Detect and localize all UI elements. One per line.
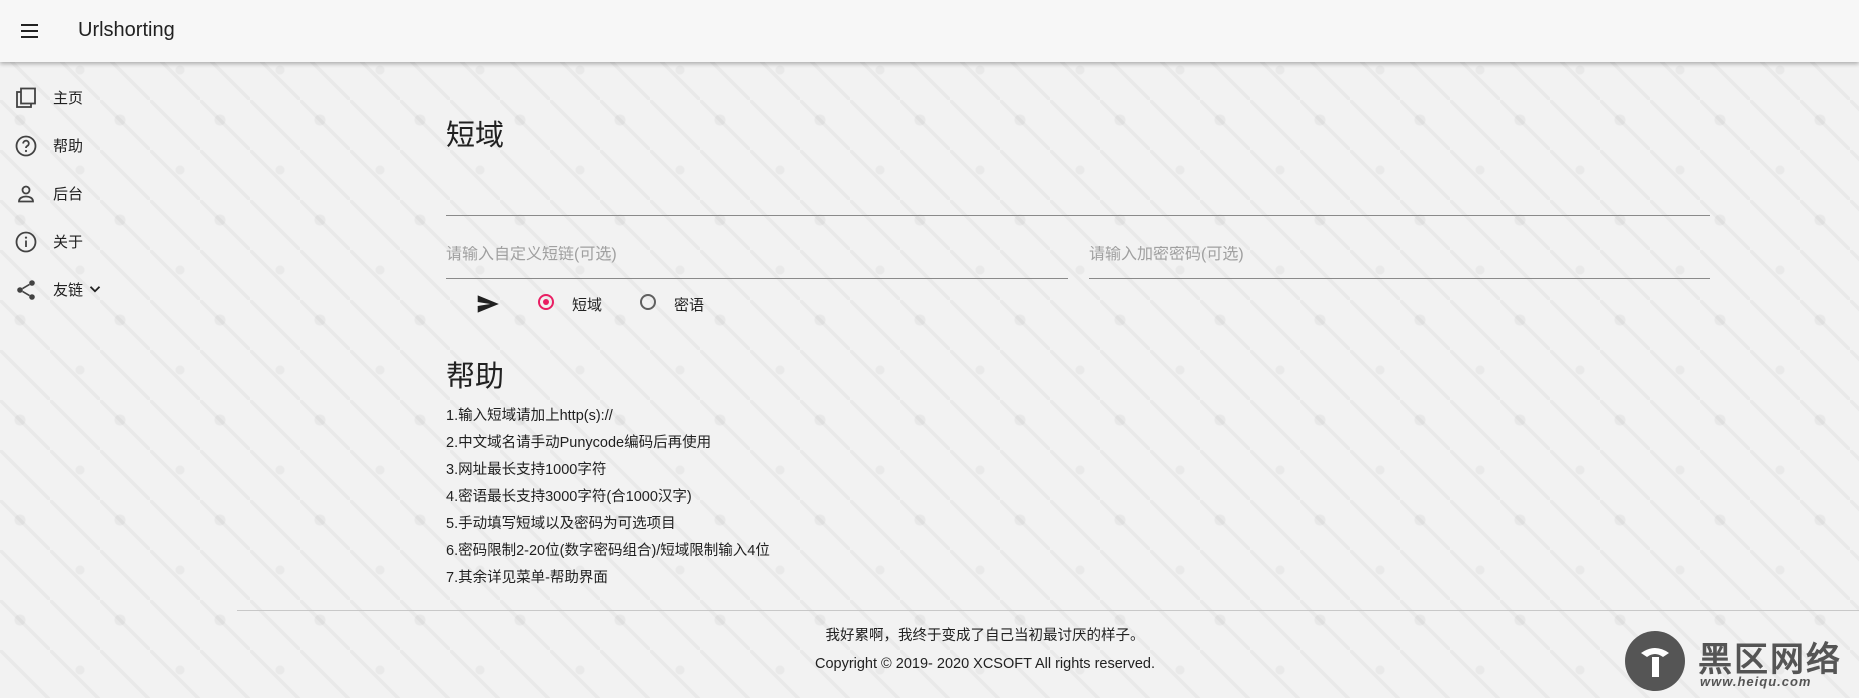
sidebar-nav: 主页 帮助 后台 关于 友链: [0, 74, 200, 314]
footer-copyright: Copyright © 2019- 2020 XCSOFT All rights…: [814, 656, 1156, 672]
sidebar-item-label: 后台: [53, 186, 84, 203]
password-field: [1089, 238, 1710, 279]
list-item: 2.中文域名请手动Punycode编码后再使用: [446, 435, 712, 451]
sidebar-item-admin[interactable]: 后台: [0, 170, 200, 218]
watermark-url: www.heiqu.com: [1700, 674, 1812, 689]
radio-label: 短域: [572, 297, 603, 314]
sidebar-item-home[interactable]: 主页: [0, 74, 200, 122]
list-item: 3.网址最长支持1000字符: [446, 462, 607, 478]
sidebar-item-links[interactable]: 友链: [0, 266, 200, 314]
info-icon: [15, 231, 37, 253]
top-app-bar: Urlshorting: [0, 0, 1859, 62]
radio-label: 密语: [674, 297, 705, 314]
long-url-input[interactable]: [446, 172, 1710, 216]
person-icon: [18, 185, 34, 203]
help-circle-icon: [15, 135, 37, 157]
send-icon[interactable]: [475, 291, 501, 317]
long-url-input-underline: [446, 215, 1710, 216]
pages-icon: [16, 87, 36, 108]
sidebar-item-label: 关于: [53, 234, 84, 251]
list-item: 6.密码限制2-20位(数字密码组合)/短域限制输入4位: [446, 543, 770, 559]
radio-unchecked-icon: [640, 294, 656, 310]
footer-motto: 我好累啊，我终于变成了自己当初最讨厌的样子。: [825, 628, 1145, 644]
app-title: Urlshorting: [78, 19, 175, 41]
sidebar-item-about[interactable]: 关于: [0, 218, 200, 266]
sidebar-item-label: 友链: [53, 282, 84, 299]
menu-icon[interactable]: [14, 16, 44, 46]
shorten-title: 短域: [446, 120, 505, 152]
background-pattern: [0, 0, 1859, 698]
watermark-emblem-icon: [1625, 631, 1685, 691]
footer-divider: [237, 610, 1859, 611]
custom-short-field: [446, 238, 1068, 279]
list-item: 1.输入短域请加上http(s)://: [446, 408, 613, 424]
sidebar-item-help[interactable]: 帮助: [0, 122, 200, 170]
radio-checked-icon: [538, 294, 554, 310]
watermark-logo: 黑区网络 www.heiqu.com: [1622, 630, 1852, 692]
list-item: 5.手动填写短域以及密码为可选项目: [446, 516, 676, 532]
list-item: 4.密语最长支持3000字符(合1000汉字): [446, 489, 692, 505]
password-input[interactable]: [1089, 246, 1710, 264]
share-icon: [17, 280, 35, 300]
custom-short-input[interactable]: [446, 246, 1068, 264]
help-title: 帮助: [446, 361, 505, 393]
sidebar-item-label: 帮助: [53, 138, 84, 155]
list-item: 7.其余详见菜单-帮助界面: [446, 570, 608, 586]
sidebar-item-label: 主页: [53, 90, 84, 107]
help-list: 1.输入短域请加上http(s):// 2.中文域名请手动Punycode编码后…: [446, 403, 770, 592]
chevron-down-icon: [89, 286, 101, 293]
